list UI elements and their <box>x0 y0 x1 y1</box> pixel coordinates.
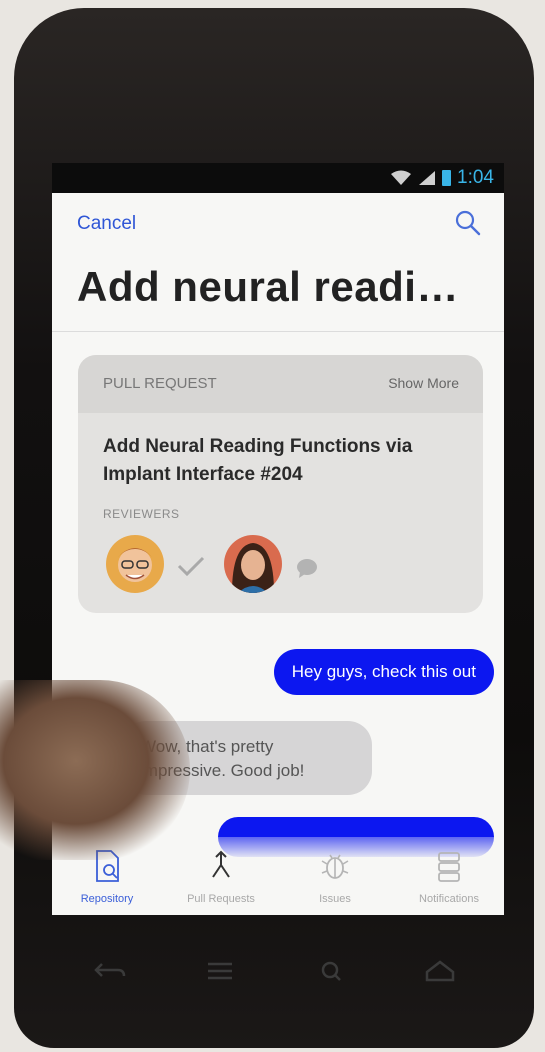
check-icon <box>177 556 205 577</box>
tab-label: Pull Requests <box>187 893 255 905</box>
comment-icon <box>297 559 317 578</box>
show-more-button[interactable]: Show More <box>388 375 459 391</box>
reviewers-label: REVIEWERS <box>103 507 180 521</box>
card-section-label: PULL REQUEST <box>103 375 217 392</box>
avatar[interactable] <box>224 535 282 593</box>
search-icon[interactable] <box>454 209 482 237</box>
android-nav-bar <box>52 930 504 1010</box>
back-icon[interactable] <box>92 960 128 982</box>
pull-request-icon <box>212 850 230 878</box>
message-bubble-outgoing: Hey guys, check this out <box>273 649 494 695</box>
tab-label: Issues <box>319 893 351 905</box>
home-icon[interactable] <box>422 960 458 982</box>
page-title: Add neural readi… <box>77 263 459 310</box>
tab-pull-requests[interactable]: Pull Requests <box>166 849 276 907</box>
wifi-icon <box>391 170 412 185</box>
tab-label: Repository <box>80 893 134 905</box>
tab-issues[interactable]: Issues <box>280 849 390 907</box>
top-bar: Cancel <box>52 193 504 253</box>
finger-overlay <box>0 680 190 860</box>
search-icon[interactable] <box>314 960 350 982</box>
status-bar: 1:04 <box>52 163 504 193</box>
battery-icon <box>442 170 452 186</box>
signal-icon <box>419 171 436 185</box>
bug-icon <box>321 854 349 879</box>
menu-icon[interactable] <box>202 960 238 982</box>
header-divider <box>52 331 504 332</box>
tab-notifications[interactable]: Notifications <box>394 849 504 907</box>
avatar[interactable] <box>106 535 164 593</box>
card-header: PULL REQUEST Show More <box>78 355 483 413</box>
cancel-button[interactable]: Cancel <box>77 213 136 235</box>
pull-request-title: Add Neural Reading Functions via Implant… <box>103 436 413 485</box>
pull-request-card[interactable]: PULL REQUEST Show More Add Neural Readin… <box>78 355 483 613</box>
tab-label: Notifications <box>419 893 479 905</box>
notifications-icon <box>438 852 460 882</box>
status-time: 1:04 <box>457 167 494 188</box>
